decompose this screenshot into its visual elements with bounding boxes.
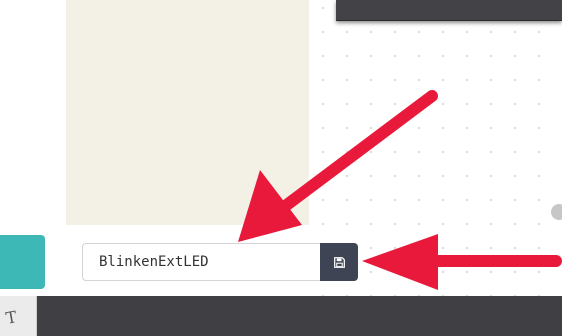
workspace-scrollbar[interactable] <box>551 204 562 220</box>
project-name-input[interactable] <box>82 243 320 281</box>
text-tool-icon: T <box>4 307 19 328</box>
teal-side-button[interactable] <box>0 235 45 289</box>
save-button[interactable] <box>320 243 358 281</box>
blocks-flyout[interactable] <box>66 0 309 225</box>
bottom-tab[interactable]: T <box>0 296 37 336</box>
floppy-disk-icon <box>333 256 345 268</box>
bottom-toolbar: T <box>0 296 562 336</box>
overlay-window <box>336 0 562 21</box>
